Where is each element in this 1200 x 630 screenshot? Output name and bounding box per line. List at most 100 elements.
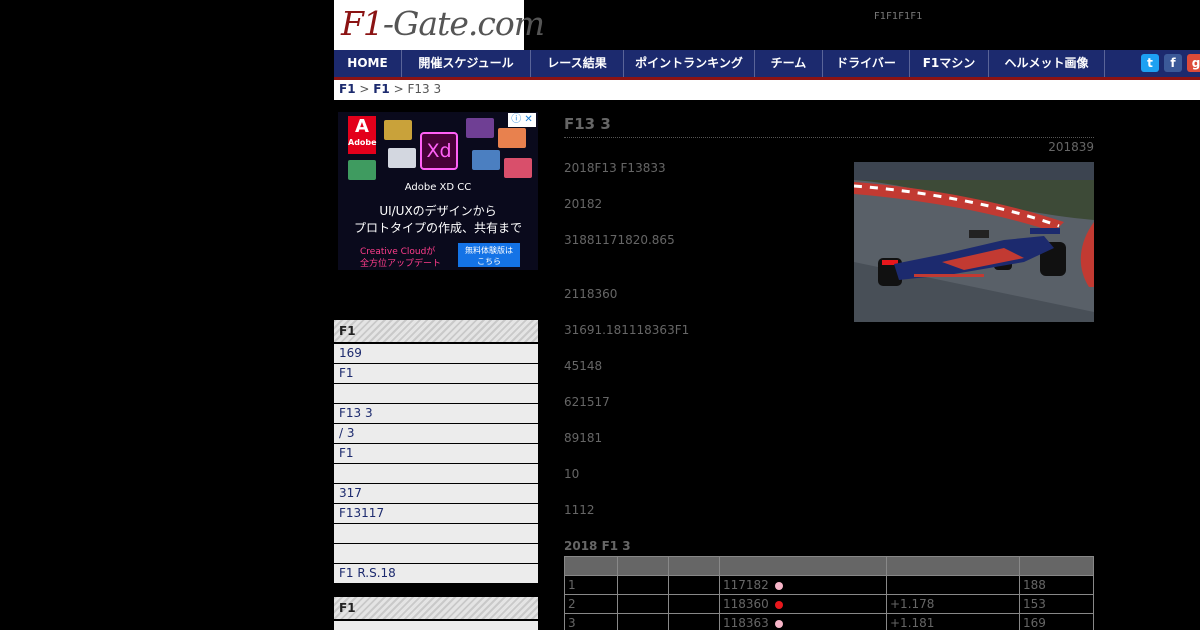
article-paragraph: 2118360 [564, 287, 618, 301]
sidebar-item[interactable]: F1 R.S.18 [334, 564, 538, 583]
table-cell [668, 575, 720, 595]
article-paragraph: 10 [564, 467, 580, 481]
ad-headline-line1: UI/UXのデザインから [379, 204, 497, 218]
ad-screen-thumb [466, 118, 494, 138]
sidebar-item[interactable]: F13 3 [334, 404, 538, 423]
ad-info-close-icon[interactable]: ⓘ ✕ [508, 113, 536, 127]
table-header-cell [886, 556, 1020, 576]
table-header-cell [1019, 556, 1094, 576]
gap-cell [886, 575, 1020, 595]
time-cell: 117182 [719, 575, 887, 595]
logo-f1: F1 [341, 4, 384, 43]
sidebar-item[interactable]: / 3 [334, 424, 538, 443]
breadcrumb-current: F13 3 [407, 82, 442, 96]
sidebar-item[interactable]: F1 [334, 444, 538, 463]
adobe-logo-glyph: A [355, 116, 369, 137]
breadcrumb-trail: F1 > F1 > F13 3 [339, 82, 441, 96]
article-title: F13 3 [564, 115, 1094, 138]
main-nav: HOME 開催スケジュール レース結果 ポイントランキング チーム ドライバー … [334, 50, 1200, 80]
site-logo[interactable]: F1-Gate.com [334, 0, 545, 50]
article-paragraph: 45148 [564, 359, 603, 373]
facebook-glyph: f [1170, 56, 1176, 70]
ad-button-line2: こちら [477, 257, 501, 266]
time-cell: 118363 [719, 613, 887, 630]
nav-driver[interactable]: ドライバー [823, 50, 910, 77]
pos-cell: 1 [564, 575, 618, 595]
time-cell: 118360 [719, 594, 887, 614]
googleplus-icon[interactable]: g [1187, 54, 1200, 72]
ad-button-line1: 無料体験版は [465, 246, 513, 255]
nav-schedule[interactable]: 開催スケジュール [402, 50, 531, 77]
nav-f1-machine[interactable]: F1マシン [910, 50, 989, 77]
breadcrumb-separator: > [389, 82, 408, 96]
ad-cc-line2: 全方位アップデート [360, 259, 442, 269]
sidebar-item[interactable]: F1 [334, 364, 538, 383]
ad-trial-button[interactable]: 無料体験版は こちら [458, 243, 520, 267]
table-cell [617, 575, 669, 595]
nav-race-results[interactable]: レース結果 [531, 50, 624, 77]
article-paragraph: 89181 [564, 431, 603, 445]
laps-cell: 169 [1019, 613, 1094, 630]
table-header-cell [564, 556, 618, 576]
twitter-icon[interactable]: t [1141, 54, 1159, 72]
tyre-dot-icon [774, 619, 783, 628]
table-header-row [564, 556, 1094, 576]
sidebar-item[interactable] [334, 621, 538, 630]
table-cell [617, 613, 669, 630]
laps-cell: 188 [1019, 575, 1094, 595]
sidebar-item[interactable] [334, 384, 538, 403]
table-header-cell [719, 556, 887, 576]
ad-screen-thumb [348, 160, 376, 180]
sidebar-item[interactable]: 317 [334, 484, 538, 503]
table-row: 2 118360 +1.178 153 [564, 594, 1094, 614]
facebook-icon[interactable]: f [1164, 54, 1182, 72]
lap-time: 118363 [723, 616, 769, 630]
nav-team[interactable]: チーム [755, 50, 823, 77]
sidebar-heading: F1 [334, 597, 538, 619]
sidebar-item[interactable]: 169 [334, 344, 538, 363]
article-paragraph: 1112 [564, 503, 595, 517]
ad-product-name: Adobe XD CC [404, 182, 472, 193]
header-tagline: F1F1F1F1 [874, 11, 923, 22]
table-row: 3 118363 +1.181 169 [564, 613, 1094, 630]
sidebar-item[interactable] [334, 544, 538, 563]
sidebar-item[interactable] [334, 524, 538, 543]
gap-cell: +1.181 [886, 613, 1020, 630]
ad-screen-thumb [472, 150, 500, 170]
table-cell [668, 613, 720, 630]
lap-time: 117182 [723, 578, 769, 592]
pos-cell: 2 [564, 594, 618, 614]
car-photo [854, 162, 1094, 322]
results-table: 1 117182 188 2 118360 +1.178 153 3 11836… [564, 556, 1094, 630]
tyre-dot-icon [774, 600, 783, 609]
table-cell [668, 594, 720, 614]
breadcrumb-link-f1-section[interactable]: F1 [373, 82, 390, 96]
table-header-cell [668, 556, 720, 576]
sidebar-item[interactable] [334, 464, 538, 483]
nav-helmet-images[interactable]: ヘルメット画像 [989, 50, 1105, 77]
sidebar-heading: F1 [334, 320, 538, 342]
toro-rosso-car-image [854, 162, 1094, 322]
adobe-logo-text: Adobe [348, 138, 377, 147]
breadcrumb-separator: > [355, 82, 374, 96]
table-cell [617, 594, 669, 614]
lap-time: 118360 [723, 597, 769, 611]
breadcrumb: F1 > F1 > F13 3 [334, 80, 1200, 100]
twitter-glyph: t [1147, 56, 1153, 70]
logo-text: F1-Gate.com [341, 4, 545, 43]
nav-point-ranking[interactable]: ポイントランキング [624, 50, 755, 77]
table-row: 1 117182 188 [564, 575, 1094, 595]
sidebar-item[interactable]: F13117 [334, 504, 538, 523]
nav-home[interactable]: HOME [334, 50, 402, 77]
ad-screen-thumb [388, 148, 416, 168]
ad-headline-line2: プロトタイプの作成、共有まで [353, 221, 522, 235]
adobe-logo: A Adobe [348, 116, 377, 154]
breadcrumb-link-f1[interactable]: F1 [339, 82, 356, 96]
article-paragraph: 31691.181118363F1 [564, 323, 690, 337]
page: F1-Gate.com F1F1F1F1 HOME 開催スケジュール レース結果… [334, 0, 1200, 630]
ad-screen-thumb [504, 158, 532, 178]
article-paragraph: 621517 [564, 395, 610, 409]
ad-banner[interactable]: A Adobe Xd Adobe XD CC UI/UXのデザインから プロトタイ… [338, 112, 538, 270]
table-header-cell [617, 556, 669, 576]
ad-screen-thumb [498, 128, 526, 148]
